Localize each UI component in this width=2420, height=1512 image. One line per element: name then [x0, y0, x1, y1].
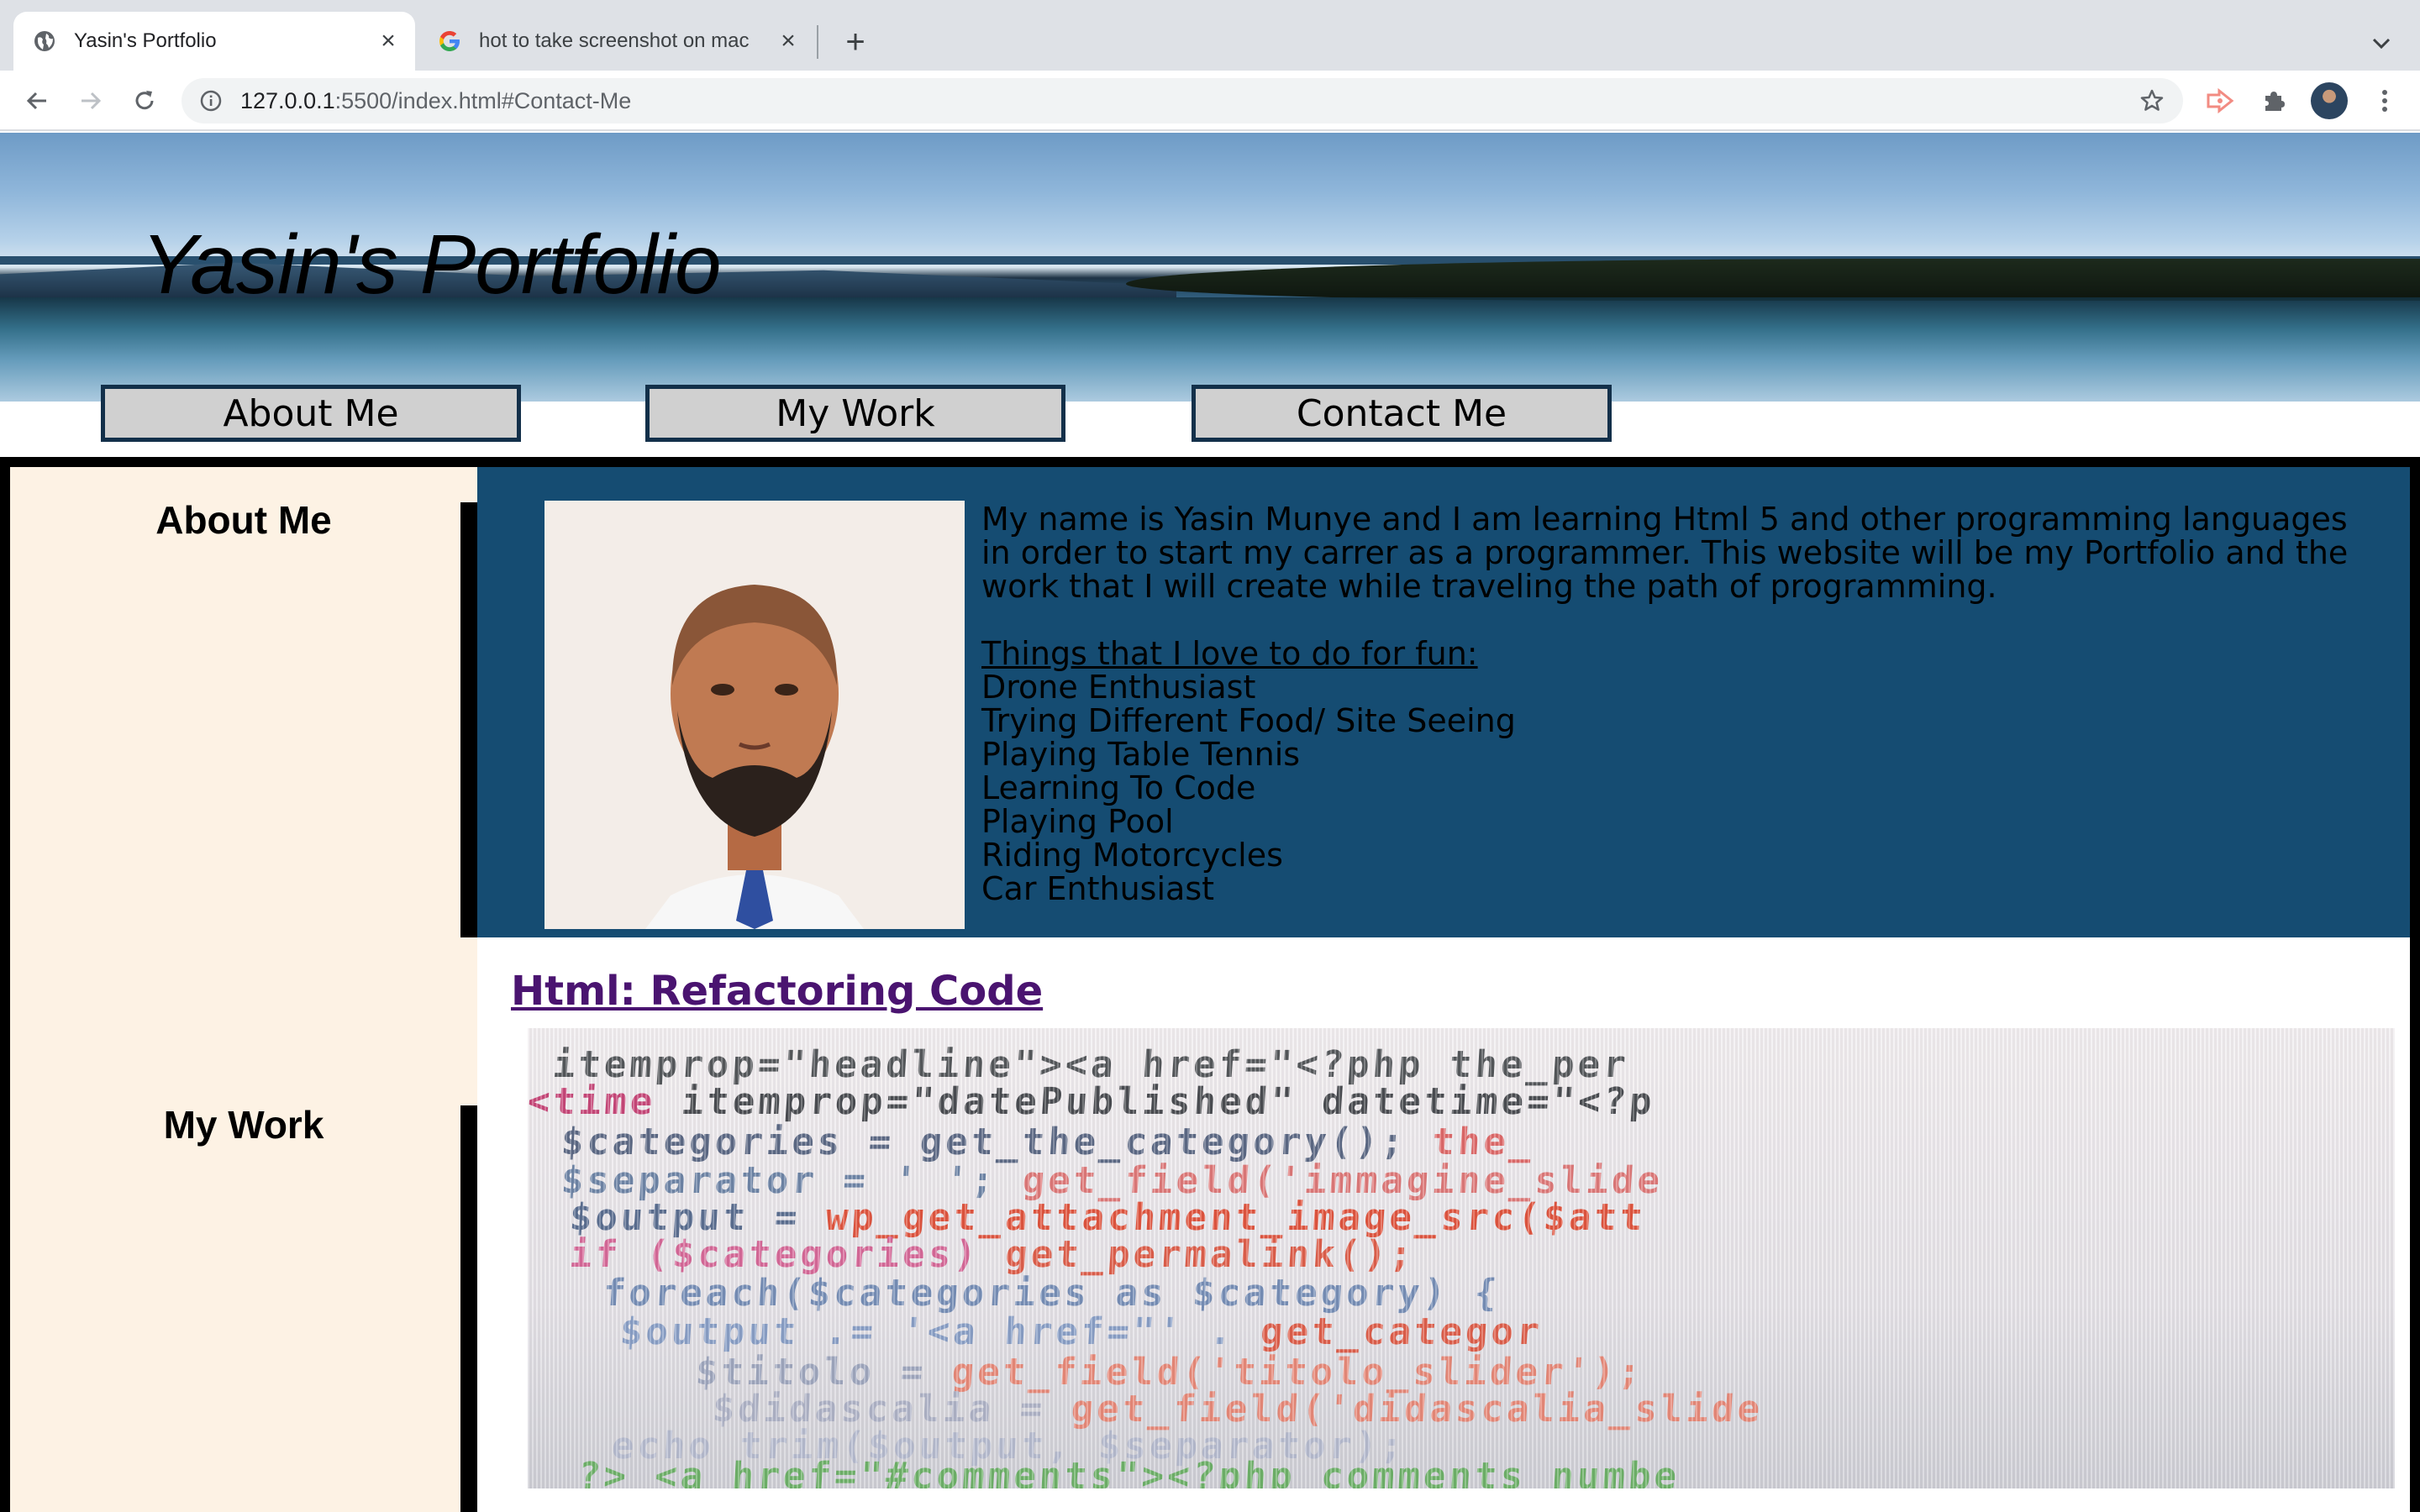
fun-list-item: Learning To Code [981, 769, 1256, 806]
header-banner-image: Yasin's Portfolio [0, 133, 2420, 402]
nav-about-me-button[interactable]: About Me [101, 385, 521, 442]
code-screenshot-image[interactable]: itemprop="headline"><a href="<?php the_p… [528, 1028, 2395, 1488]
about-me-section: My name is Yasin Munye and I am learning… [477, 467, 2410, 937]
url-host: 127.0.0.1 [240, 87, 335, 113]
close-tab-icon[interactable]: × [373, 26, 403, 56]
fun-list-item: Drone Enthusiast [981, 669, 1256, 706]
more-menu-icon[interactable] [2366, 82, 2403, 119]
tab-separator [817, 25, 818, 59]
url-path: :5500/index.html#Contact-Me [334, 87, 632, 113]
fun-list-item: Playing Table Tennis [981, 736, 1301, 773]
banner-forest [1126, 259, 2420, 301]
sidebar-divider [460, 1105, 477, 1512]
sidebar: About Me My Work [0, 467, 477, 1512]
info-icon[interactable] [198, 88, 224, 113]
browser-toolbar: 127.0.0.1:5500/index.html#Contact-Me [0, 71, 2420, 131]
chevron-down-icon[interactable] [2363, 25, 2400, 62]
nav-contact-me-button[interactable]: Contact Me [1192, 385, 1612, 442]
web-page: Yasin's Portfolio About Me My Work Conta… [0, 133, 2420, 1512]
fun-list-item: Riding Motorcycles [981, 837, 1283, 874]
bookmark-star-icon[interactable] [2138, 87, 2166, 115]
tab-yasins-portfolio[interactable]: Yasin's Portfolio × [13, 12, 415, 71]
content-right-border [2410, 467, 2420, 1512]
fun-list-item: Playing Pool [981, 803, 1174, 840]
main-content: My name is Yasin Munye and I am learning… [477, 467, 2420, 1512]
profile-photo [544, 501, 965, 929]
profile-avatar[interactable] [2311, 82, 2348, 119]
content-top-border [0, 457, 2420, 467]
tab-title: Yasin's Portfolio [74, 29, 217, 52]
url-text: 127.0.0.1:5500/index.html#Contact-Me [240, 88, 631, 114]
reload-icon[interactable] [126, 82, 163, 119]
sidebar-heading-about-me: About Me [155, 498, 332, 542]
screen-stripes [528, 1028, 2395, 1488]
tab-strip: Yasin's Portfolio × hot to take screensh… [0, 0, 2420, 71]
sidebar-divider [460, 502, 477, 937]
address-bar[interactable]: 127.0.0.1:5500/index.html#Contact-Me [182, 78, 2183, 123]
new-tab-icon[interactable]: + [837, 24, 874, 60]
forward-arrow-icon[interactable] [72, 82, 109, 119]
fun-list-item: Trying Different Food/ Site Seeing [981, 702, 1516, 739]
bio-text: My name is Yasin Munye and I am learning… [981, 502, 2376, 906]
extension-arrow-icon[interactable] [2202, 82, 2238, 119]
work-link-refactoring-code[interactable]: Html: Refactoring Code [511, 968, 1043, 1015]
tab-screenshot-search[interactable]: hot to take screenshot on mac × [420, 12, 815, 71]
puzzle-piece-icon[interactable] [2255, 82, 2292, 119]
back-arrow-icon[interactable] [18, 82, 55, 119]
sidebar-heading-my-work: My Work [163, 1103, 324, 1147]
google-icon [437, 29, 462, 54]
nav-my-work-button[interactable]: My Work [645, 385, 1065, 442]
close-tab-icon[interactable]: × [773, 26, 803, 56]
bio-paragraph: My name is Yasin Munye and I am learning… [981, 501, 2349, 605]
tab-title: hot to take screenshot on mac [479, 29, 750, 52]
site-title: Yasin's Portfolio [141, 218, 721, 312]
fun-list-item: Car Enthusiast [981, 870, 1215, 907]
fun-list-title: Things that I love to do for fun: [981, 635, 1478, 672]
globe-icon [32, 29, 57, 54]
